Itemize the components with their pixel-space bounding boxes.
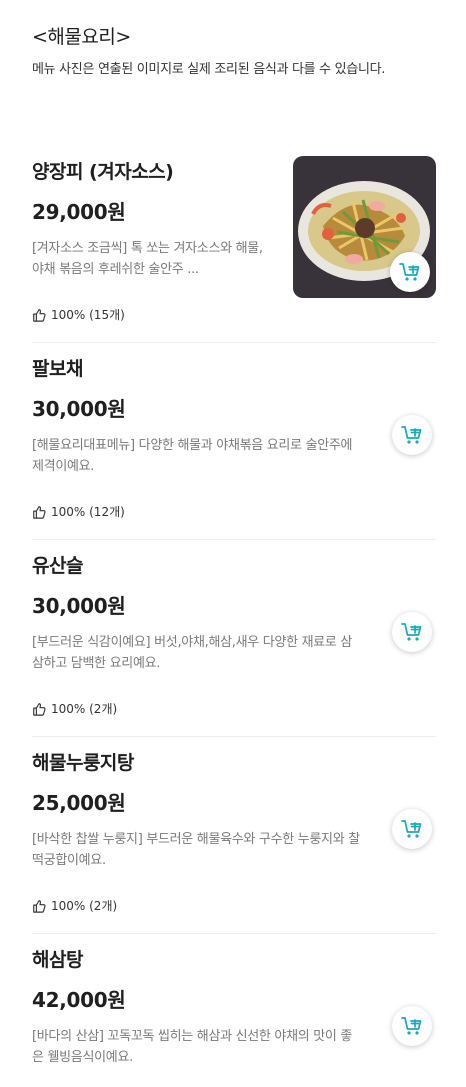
menu-item-name: 유산슬	[32, 555, 83, 577]
menu-item[interactable]: 양장피 (겨자소스) 29,000원 [겨자소스 조금씩] 톡 쏘는 겨자소스와…	[32, 146, 436, 343]
add-to-cart-button[interactable]	[392, 1006, 432, 1046]
add-to-cart-icon	[401, 1017, 422, 1035]
menu-item-price: 42,000원	[32, 988, 126, 1012]
menu-item-description: [바다의 산삼] 꼬독꼬독 씹히는 해삼과 신선한 야채의 맛이 좋은 웰빙음식…	[32, 1029, 353, 1065]
category-title: <해물요리>	[32, 26, 131, 48]
menu-item-name: 해물누룽지탕	[32, 752, 134, 774]
menu-item[interactable]: 팔보채 30,000원 [해물요리대표메뉴] 다양한 해물과 야채볶음 요리로 …	[32, 343, 436, 540]
menu-item-rating: 100% (12개)	[32, 503, 125, 520]
thumbs-up-icon	[33, 308, 46, 322]
rating-text: 100% (12개)	[51, 505, 125, 519]
menu-item-description: [바삭한 찹쌀 누룽지] 부드러운 해물육수와 구수한 누룽지와 찰떡궁합이예요…	[32, 832, 360, 868]
thumbs-up-icon	[33, 505, 46, 519]
add-to-cart-button[interactable]	[392, 809, 432, 849]
category-description: 메뉴 사진은 연출된 이미지로 실제 조리된 음식과 다를 수 있습니다.	[32, 62, 386, 77]
add-to-cart-icon	[401, 623, 422, 641]
menu-item[interactable]: 해삼탕 42,000원 [바다의 산삼] 꼬독꼬독 씹히는 해삼과 신선한 야채…	[32, 934, 436, 1087]
menu-item-price: 30,000원	[32, 397, 126, 421]
menu-list: 양장피 (겨자소스) 29,000원 [겨자소스 조금씩] 톡 쏘는 겨자소스와…	[32, 146, 436, 1087]
rating-text: 100% (15개)	[51, 308, 125, 322]
menu-item-description: [해물요리대표메뉴] 다양한 해물과 야채볶음 요리로 술안주에 제격이예요.	[32, 438, 353, 474]
add-to-cart-button[interactable]	[392, 612, 432, 652]
category-header: <해물요리> 메뉴 사진은 연출된 이미지로 실제 조리된 음식과 다를 수 있…	[32, 24, 432, 81]
menu-item-description: [겨자소스 조금씩] 톡 쏘는 겨자소스와 해물,야채 볶음의 후레쉬한 술안주…	[32, 241, 263, 277]
menu-item-name: 해삼탕	[32, 949, 83, 971]
thumbs-up-icon	[33, 899, 46, 913]
rating-text: 100% (2개)	[51, 702, 118, 716]
menu-item-rating: 100% (2개)	[32, 700, 117, 717]
menu-item-rating: 100% (15개)	[32, 306, 125, 323]
add-to-cart-icon	[401, 426, 422, 444]
add-to-cart-button[interactable]	[392, 415, 432, 455]
add-to-cart-button[interactable]	[390, 252, 430, 292]
menu-item[interactable]: 유산슬 30,000원 [부드러운 식감이예요] 버섯,야채,해삼,새우 다양한…	[32, 540, 436, 737]
add-to-cart-icon	[399, 263, 420, 281]
menu-item-name: 팔보채	[32, 358, 83, 380]
menu-item[interactable]: 해물누룽지탕 25,000원 [바삭한 찹쌀 누룽지] 부드러운 해물육수와 구…	[32, 737, 436, 934]
menu-item-rating: 100% (2개)	[32, 897, 117, 914]
add-to-cart-icon	[401, 820, 422, 838]
menu-item-price: 30,000원	[32, 594, 126, 618]
menu-item-description: [부드러운 식감이예요] 버섯,야채,해삼,새우 다양한 재료로 삼삼하고 담백…	[32, 635, 353, 671]
menu-item-price: 25,000원	[32, 791, 126, 815]
rating-text: 100% (2개)	[51, 899, 118, 913]
thumbs-up-icon	[33, 702, 46, 716]
